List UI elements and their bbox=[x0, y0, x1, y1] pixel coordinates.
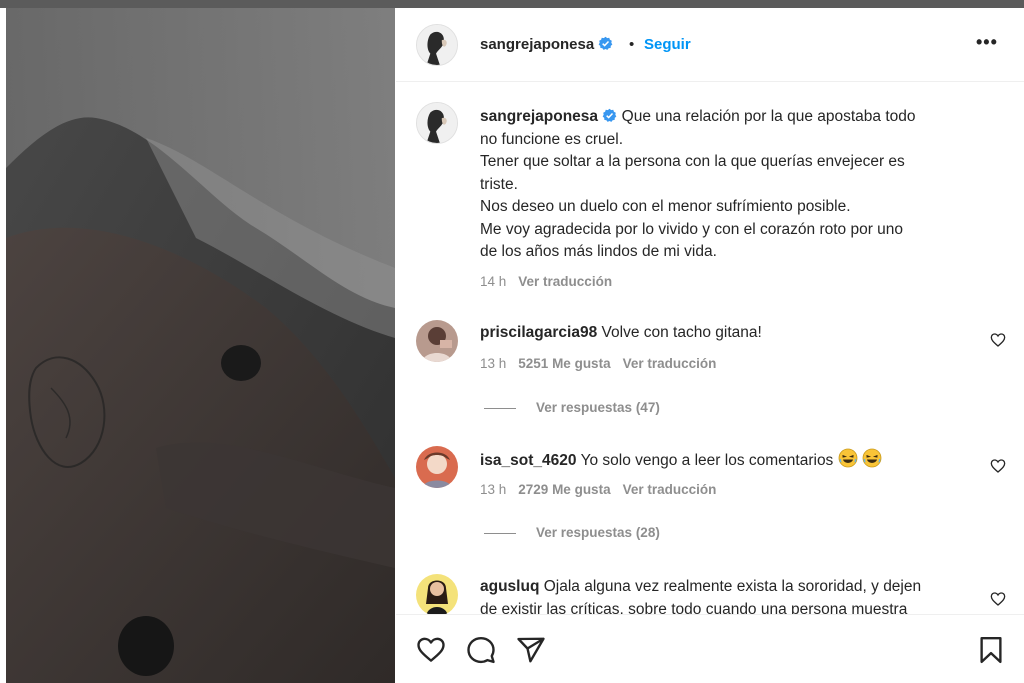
comment-avatar-image bbox=[416, 574, 458, 614]
replies-divider bbox=[484, 532, 516, 534]
comment-likes[interactable]: 2729 Me gusta bbox=[518, 482, 610, 497]
view-replies-button[interactable]: Ver respuestas (47) bbox=[484, 400, 660, 415]
comment-time[interactable]: 13 h bbox=[480, 356, 506, 371]
comment-username[interactable]: isa_sot_4620 bbox=[480, 452, 577, 469]
author-username-text[interactable]: sangrejaponesa bbox=[480, 36, 594, 53]
bookmark-icon[interactable] bbox=[976, 635, 1006, 665]
laughing-emoji-icon bbox=[862, 448, 882, 468]
post-image bbox=[6, 8, 395, 683]
comment-meta: 13 h 5251 Me gusta Ver traducción bbox=[480, 356, 716, 371]
caption-line: Me voy agradecida por lo vivido y con el… bbox=[480, 220, 904, 238]
paper-plane-icon[interactable] bbox=[516, 635, 546, 665]
follow-button[interactable]: Seguir bbox=[644, 36, 691, 53]
view-replies-button[interactable]: Ver respuestas (28) bbox=[484, 525, 660, 540]
comment-body-line: Ojala alguna vez realmente exista la sor… bbox=[543, 578, 922, 595]
window-top-bar bbox=[0, 0, 1024, 8]
comment-likes[interactable]: 5251 Me gusta bbox=[518, 356, 610, 371]
caption-line: no funcione es cruel. bbox=[480, 130, 624, 148]
caption-line: Tener que soltar a la persona con la que… bbox=[480, 153, 905, 170]
post-details-panel: sangrejaponesa • Seguir ••• sangrejapone… bbox=[396, 8, 1024, 683]
comment-meta: 13 h 2729 Me gusta Ver traducción bbox=[480, 482, 716, 497]
caption-text: sangrejaponesa Que una relación por la q… bbox=[480, 106, 980, 264]
post-actions-bar bbox=[396, 614, 1024, 683]
post-header: sangrejaponesa • Seguir ••• bbox=[396, 8, 1024, 82]
header-separator: • bbox=[629, 36, 635, 53]
comment-translate-button[interactable]: Ver traducción bbox=[623, 482, 717, 497]
caption-line: Nos deseo un duelo con el menor sufrímie… bbox=[480, 198, 851, 215]
comment-body-line: de existir las críticas, sobre todo cuan… bbox=[480, 600, 908, 615]
comment-text: agusluq Ojala alguna vez realmente exist… bbox=[480, 576, 980, 614]
comment-like-heart-icon[interactable] bbox=[990, 458, 1006, 474]
comment-avatar-image bbox=[416, 446, 458, 488]
post-photo[interactable] bbox=[6, 8, 395, 683]
comment-like-heart-icon[interactable] bbox=[990, 332, 1006, 348]
comment-username[interactable]: agusluq bbox=[480, 578, 539, 595]
caption-translate-button[interactable]: Ver traducción bbox=[518, 274, 612, 289]
comment-body: Volve con tacho gitana! bbox=[601, 324, 762, 341]
view-replies-label[interactable]: Ver respuestas (47) bbox=[536, 400, 660, 415]
comment-username[interactable]: priscilagarcia98 bbox=[480, 324, 597, 341]
caption-avatar-image bbox=[417, 103, 457, 143]
comment-avatar[interactable] bbox=[416, 446, 458, 488]
caption-avatar[interactable] bbox=[416, 102, 458, 144]
comment-avatar[interactable] bbox=[416, 320, 458, 362]
author-avatar[interactable] bbox=[416, 24, 458, 66]
caption-line: Que una relación por la que apostaba tod… bbox=[621, 108, 916, 125]
heart-icon[interactable] bbox=[416, 635, 446, 665]
caption-line: de los años más lindos de mi vida. bbox=[480, 243, 717, 260]
comment-like-heart-icon[interactable] bbox=[990, 591, 1006, 607]
verified-badge-icon bbox=[603, 108, 617, 122]
comment-item-partial: agusluq Ojala alguna vez realmente exist… bbox=[396, 568, 1024, 614]
verified-badge-icon bbox=[599, 36, 613, 50]
laughing-emoji-icon bbox=[838, 448, 858, 468]
caption-line: triste. bbox=[480, 175, 518, 193]
caption-username[interactable]: sangrejaponesa bbox=[480, 108, 598, 125]
comment-icon[interactable] bbox=[466, 635, 496, 665]
author-avatar-image bbox=[417, 25, 457, 65]
replies-divider bbox=[484, 407, 516, 409]
comment-text: priscilagarcia98 Volve con tacho gitana! bbox=[480, 322, 980, 345]
comment-time[interactable]: 13 h bbox=[480, 482, 506, 497]
comment-text: isa_sot_4620 Yo solo vengo a leer los co… bbox=[480, 448, 980, 473]
comment-avatar-image bbox=[416, 320, 458, 362]
view-replies-label[interactable]: Ver respuestas (28) bbox=[536, 525, 660, 540]
comment-avatar[interactable] bbox=[416, 574, 458, 614]
comment-translate-button[interactable]: Ver traducción bbox=[623, 356, 717, 371]
comment-body: Yo solo vengo a leer los comentarios bbox=[580, 452, 834, 469]
caption-time[interactable]: 14 h bbox=[480, 274, 506, 289]
author-username[interactable]: sangrejaponesa bbox=[480, 36, 613, 53]
more-options-icon[interactable]: ••• bbox=[976, 32, 998, 53]
caption-meta: 14 h Ver traducción bbox=[480, 274, 612, 289]
